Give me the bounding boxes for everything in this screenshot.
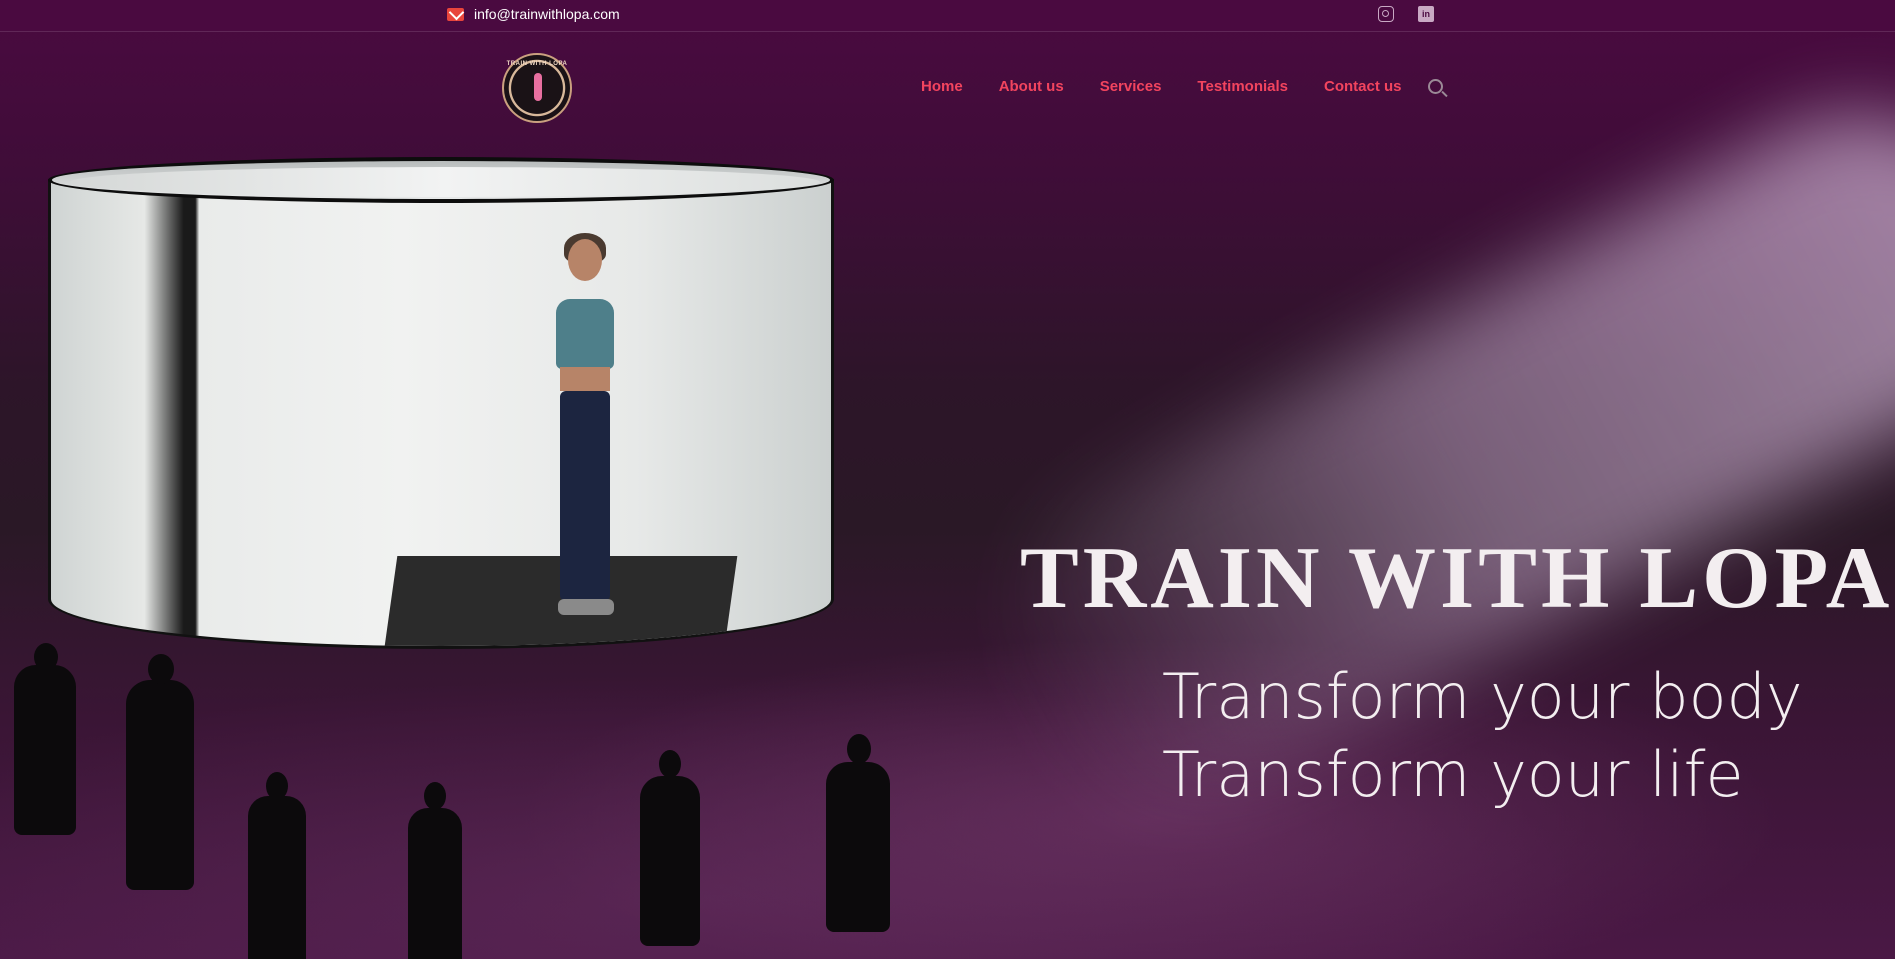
- logo-figure-icon: [534, 73, 542, 101]
- trainer-figure: [546, 219, 626, 629]
- cylinder-video[interactable]: [48, 157, 834, 665]
- silhouette-4: [408, 782, 462, 959]
- hero-subtitle-line-2: Transform your life: [1162, 738, 1744, 811]
- silhouette-1: [14, 643, 76, 835]
- nav-about-us[interactable]: About us: [999, 78, 1064, 95]
- hero-subtitle-line-1: Transform your body: [1162, 660, 1803, 733]
- logo-text: TRAIN WITH LOPA: [506, 61, 568, 67]
- nav-services[interactable]: Services: [1100, 78, 1162, 95]
- silhouette-3: [248, 772, 306, 959]
- email-link[interactable]: info@trainwithlopa.com: [447, 6, 620, 22]
- nav-contact-us[interactable]: Contact us: [1324, 78, 1402, 95]
- nav-home[interactable]: Home: [921, 78, 963, 95]
- silhouette-5: [640, 750, 700, 946]
- video-frame: [48, 179, 834, 649]
- silhouette-2: [126, 654, 194, 890]
- email-text: info@trainwithlopa.com: [474, 6, 620, 22]
- nav-testimonials[interactable]: Testimonials: [1197, 78, 1288, 95]
- cylinder-rim: [48, 157, 834, 203]
- site-logo[interactable]: TRAIN WITH LOPA: [502, 53, 572, 123]
- mail-icon: [447, 7, 464, 21]
- hero-subtitle: Transform your body Transform your life: [1162, 658, 1862, 814]
- main-nav: Home About us Services Testimonials Cont…: [921, 78, 1402, 95]
- instagram-link[interactable]: [1378, 6, 1394, 22]
- search-icon[interactable]: [1428, 79, 1443, 94]
- social-links: in: [1378, 6, 1434, 22]
- linkedin-link[interactable]: in: [1418, 6, 1434, 22]
- top-bar: info@trainwithlopa.com in: [0, 0, 1895, 32]
- linkedin-icon: in: [1418, 6, 1434, 22]
- instagram-icon: [1378, 6, 1394, 22]
- hero-title: TRAIN WITH LOPA: [1020, 530, 1894, 627]
- silhouette-6: [826, 734, 890, 932]
